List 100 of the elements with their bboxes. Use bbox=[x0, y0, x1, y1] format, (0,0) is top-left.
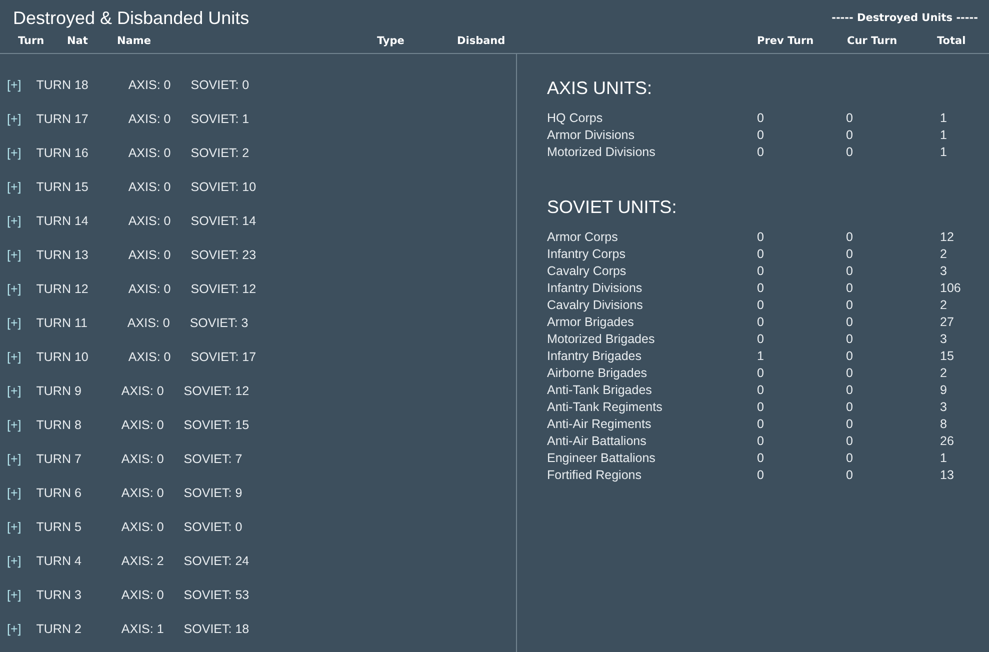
table-cell: 0 bbox=[757, 434, 764, 448]
expand-toggle[interactable]: [+] bbox=[7, 384, 22, 398]
unit-name: Infantry Corps bbox=[547, 247, 626, 261]
turn-label: TURN 6 bbox=[36, 486, 82, 500]
table-cell: 0 bbox=[757, 417, 764, 431]
soviet-count: SOVIET: 15 bbox=[184, 418, 250, 432]
expand-toggle[interactable]: [+] bbox=[7, 520, 22, 534]
expand-toggle[interactable]: [+] bbox=[7, 418, 22, 432]
column-header: Total bbox=[937, 35, 966, 47]
soviet-count: SOVIET: 0 bbox=[190, 78, 250, 92]
table-cell: 0 bbox=[846, 230, 853, 244]
unit-name: Motorized Brigades bbox=[547, 332, 655, 346]
table-cell: 0 bbox=[846, 264, 853, 278]
table-cell: 0 bbox=[846, 315, 853, 329]
unit-name: Armor Brigades bbox=[547, 315, 634, 329]
table-cell: 0 bbox=[757, 400, 764, 414]
table-cell: 0 bbox=[757, 111, 764, 125]
unit-name: Anti-Air Battalions bbox=[547, 434, 646, 448]
column-header: Disband bbox=[457, 35, 506, 47]
expand-toggle[interactable]: [+] bbox=[7, 78, 22, 92]
table-cell: 1 bbox=[940, 128, 947, 142]
column-header: Turn bbox=[18, 35, 44, 47]
table-cell: 1 bbox=[940, 111, 947, 125]
unit-name: Anti-Air Regiments bbox=[547, 417, 652, 431]
table-cell: 1 bbox=[757, 349, 764, 363]
unit-name: Armor Divisions bbox=[547, 128, 635, 142]
expand-toggle[interactable]: [+] bbox=[7, 588, 22, 602]
soviet-count: SOVIET: 17 bbox=[190, 350, 256, 364]
soviet-count: SOVIET: 18 bbox=[184, 622, 250, 636]
group-header: ----- Destroyed Units ----- bbox=[832, 11, 978, 25]
table-cell: 0 bbox=[846, 400, 853, 414]
expand-toggle[interactable]: [+] bbox=[7, 622, 22, 636]
table-cell: 0 bbox=[757, 468, 764, 482]
expand-toggle[interactable]: [+] bbox=[7, 180, 22, 194]
unit-name: Fortified Regions bbox=[547, 468, 642, 482]
table-cell: 0 bbox=[846, 145, 853, 159]
turn-label: TURN 3 bbox=[36, 588, 82, 602]
column-header: Cur Turn bbox=[847, 35, 898, 47]
turn-label: TURN 9 bbox=[36, 384, 82, 398]
table-cell: 3 bbox=[940, 332, 947, 346]
unit-name: Armor Corps bbox=[547, 230, 618, 244]
axis-count: AXIS: 0 bbox=[128, 78, 171, 92]
expand-toggle[interactable]: [+] bbox=[7, 452, 22, 466]
axis-count: AXIS: 0 bbox=[128, 282, 171, 296]
expand-toggle[interactable]: [+] bbox=[7, 486, 22, 500]
table-cell: 9 bbox=[940, 383, 947, 397]
soviet-count: SOVIET: 0 bbox=[184, 520, 242, 534]
turn-label: TURN 8 bbox=[36, 418, 82, 432]
table-cell: 0 bbox=[846, 128, 853, 142]
unit-name: Motorized Divisions bbox=[547, 145, 656, 159]
turn-label: TURN 10 bbox=[36, 350, 88, 364]
table-cell: 3 bbox=[940, 400, 947, 414]
expand-toggle[interactable]: [+] bbox=[7, 316, 22, 330]
table-cell: 0 bbox=[757, 315, 764, 329]
expand-toggle[interactable]: [+] bbox=[7, 146, 22, 160]
unit-name: Cavalry Divisions bbox=[547, 298, 643, 312]
axis-count: AXIS: 0 bbox=[121, 520, 164, 534]
axis-count: AXIS: 0 bbox=[121, 452, 164, 466]
window-title: Destroyed & Disbanded Units bbox=[13, 7, 250, 29]
soviet-count: SOVIET: 10 bbox=[190, 180, 256, 194]
table-cell: 2 bbox=[940, 366, 947, 380]
table-cell: 0 bbox=[846, 349, 853, 363]
soviet-count: SOVIET: 23 bbox=[190, 248, 256, 262]
table-cell: 15 bbox=[940, 349, 954, 363]
table-cell: 0 bbox=[846, 247, 853, 261]
table-cell: 13 bbox=[940, 468, 954, 482]
table-cell: 12 bbox=[940, 230, 954, 244]
expand-toggle[interactable]: [+] bbox=[7, 554, 22, 568]
turn-label: TURN 5 bbox=[36, 520, 82, 534]
table-cell: 0 bbox=[757, 247, 764, 261]
table-cell: 0 bbox=[757, 281, 764, 295]
axis-count: AXIS: 0 bbox=[121, 486, 164, 500]
table-cell: 0 bbox=[757, 332, 764, 346]
table-cell: 0 bbox=[757, 451, 764, 465]
axis-count: AXIS: 0 bbox=[121, 384, 164, 398]
axis-count: AXIS: 0 bbox=[121, 418, 164, 432]
turn-label: TURN 2 bbox=[36, 622, 82, 636]
expand-toggle[interactable]: [+] bbox=[7, 248, 22, 262]
soviet-count: SOVIET: 2 bbox=[190, 146, 250, 160]
turn-label: TURN 15 bbox=[36, 180, 88, 194]
axis-count: AXIS: 2 bbox=[121, 554, 164, 568]
unit-name: HQ Corps bbox=[547, 111, 603, 125]
unit-name: Anti-Tank Brigades bbox=[547, 383, 652, 397]
axis-count: AXIS: 0 bbox=[128, 180, 171, 194]
column-header: Nat bbox=[67, 35, 88, 47]
axis-count: AXIS: 1 bbox=[121, 622, 164, 636]
table-cell: 0 bbox=[846, 417, 853, 431]
soviet-count: SOVIET: 7 bbox=[184, 452, 242, 466]
table-cell: 0 bbox=[846, 366, 853, 380]
table-cell: 0 bbox=[846, 111, 853, 125]
expand-toggle[interactable]: [+] bbox=[7, 214, 22, 228]
turn-label: TURN 16 bbox=[36, 146, 88, 160]
table-cell: 0 bbox=[757, 128, 764, 142]
table-cell: 0 bbox=[757, 298, 764, 312]
section-heading: SOVIET UNITS: bbox=[547, 196, 677, 218]
expand-toggle[interactable]: [+] bbox=[7, 112, 22, 126]
unit-name: Infantry Brigades bbox=[547, 349, 642, 363]
unit-name: Cavalry Corps bbox=[547, 264, 626, 278]
expand-toggle[interactable]: [+] bbox=[7, 350, 22, 364]
expand-toggle[interactable]: [+] bbox=[7, 282, 22, 296]
